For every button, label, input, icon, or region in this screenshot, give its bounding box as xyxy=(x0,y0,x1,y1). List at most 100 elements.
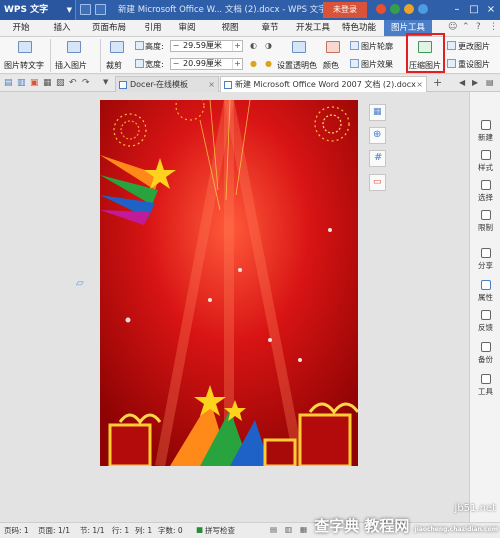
menu-tab-features[interactable]: 特色功能 xyxy=(338,20,380,36)
pdf-icon[interactable]: ▣ xyxy=(30,78,39,88)
help-question-icon[interactable]: ? xyxy=(476,22,481,32)
app-name: WPS 文字 xyxy=(4,5,49,15)
panel-styles-button[interactable]: 样式 xyxy=(470,150,500,173)
watermark-text: 查字典 教程网 xyxy=(314,517,410,535)
insert-picture-button[interactable]: 插入图片 xyxy=(55,60,87,71)
menu-tab-developer[interactable]: 开发工具 xyxy=(292,20,334,36)
open-icon[interactable]: ▥ xyxy=(17,78,26,88)
close-icon[interactable]: × xyxy=(416,77,423,92)
plus-icon[interactable]: + xyxy=(232,59,242,69)
close-icon[interactable]: × xyxy=(208,77,215,92)
picture-outline-button[interactable]: 图片轮廓 xyxy=(361,41,393,52)
menu-tab-review[interactable]: 审阅 xyxy=(172,20,202,36)
preview-icon[interactable]: ▧ xyxy=(56,78,65,88)
status-spell-check[interactable]: 拼写检查 xyxy=(205,525,235,536)
color-button[interactable]: 颜色 xyxy=(323,60,339,71)
panel-new-button[interactable]: 新建 xyxy=(470,120,500,143)
menu-tab-page-layout[interactable]: 页面布局 xyxy=(84,20,134,36)
tab-docer-templates[interactable]: Docer-在线模板 × xyxy=(115,76,219,92)
zoom-button[interactable]: ⊕ xyxy=(369,127,386,144)
maximize-icon[interactable]: □ xyxy=(467,3,481,17)
wps-app-menu-button[interactable]: WPS 文字 ▼ xyxy=(0,0,76,20)
user-icon[interactable]: ☺ xyxy=(448,22,457,32)
panel-label: 工具 xyxy=(478,387,493,396)
width-stepper[interactable]: − 20.99厘米 + xyxy=(170,58,243,70)
web-mode-icon[interactable]: ▦ xyxy=(300,525,307,534)
crop-button[interactable]: 裁剪 xyxy=(106,60,122,71)
login-button[interactable]: 未登录 xyxy=(323,2,367,18)
picture-effect-button[interactable]: 图片效果 xyxy=(361,59,393,70)
star-icon[interactable] xyxy=(404,4,414,14)
tools-icon xyxy=(480,374,491,384)
menu-tab-view[interactable]: 视图 xyxy=(215,20,245,36)
status-word-count[interactable]: 字数: 0 xyxy=(158,525,183,536)
minus-icon[interactable]: − xyxy=(171,41,181,51)
print-icon[interactable]: ▦ xyxy=(43,78,52,88)
height-value[interactable]: 29.59厘米 xyxy=(183,41,222,51)
tab-menu-icon[interactable]: ▤ xyxy=(486,78,494,87)
document-page[interactable] xyxy=(100,100,358,466)
lock-ratio-icon[interactable]: ◐ xyxy=(250,41,257,50)
picture-to-text-button[interactable]: 图片转文字 xyxy=(4,60,44,71)
crop-tool-button[interactable]: # xyxy=(369,150,386,167)
tab-list-dropdown-icon[interactable]: ▼ xyxy=(103,78,108,86)
ribbon-collapse-icon[interactable]: ⌃ xyxy=(462,22,470,32)
save-icon[interactable] xyxy=(80,4,91,15)
status-section[interactable]: 节: 1/1 xyxy=(80,525,104,536)
more-icon[interactable]: ⋮ xyxy=(489,22,498,32)
panel-select-button[interactable]: 选择 xyxy=(470,180,500,203)
set-transparent-button[interactable]: 设置透明色 xyxy=(277,60,317,71)
view-mode-icon[interactable]: ▤ xyxy=(270,525,277,534)
panel-share-button[interactable]: 分享 xyxy=(470,248,500,271)
status-row[interactable]: 行: 1 xyxy=(112,525,129,536)
menu-tab-references[interactable]: 引用 xyxy=(138,20,168,36)
new-tab-button[interactable]: + xyxy=(433,76,442,89)
undo-icon[interactable] xyxy=(95,4,106,15)
undo-arrow-icon[interactable]: ↶ xyxy=(69,78,77,88)
read-mode-icon[interactable]: ▥ xyxy=(285,525,292,534)
tab-current-document[interactable]: 新建 Microsoft Office Word 2007 文档 (2).doc… xyxy=(220,76,427,92)
height-stepper[interactable]: − 29.59厘米 + xyxy=(170,40,243,52)
help-icon[interactable] xyxy=(418,4,428,14)
paragraph-marker-icon[interactable]: ▱ xyxy=(76,278,84,289)
change-picture-icon xyxy=(447,41,456,50)
menu-tab-insert[interactable]: 插入 xyxy=(44,20,80,36)
tab-scroll-left-icon[interactable]: ◀ xyxy=(459,78,465,87)
new-icon xyxy=(480,120,491,130)
panel-restrict-button[interactable]: 限制 xyxy=(470,210,500,233)
reset-size-icon[interactable]: ● xyxy=(250,59,257,68)
color-icon xyxy=(326,41,340,53)
menu-tab-section[interactable]: 章节 xyxy=(255,20,285,36)
width-value[interactable]: 20.99厘米 xyxy=(183,59,222,69)
layout-option-button[interactable]: ▦ xyxy=(369,104,386,121)
change-picture-button[interactable]: 更改图片 xyxy=(458,41,490,52)
insert-picture-icon xyxy=(67,41,81,53)
status-page-number[interactable]: 页码: 1 xyxy=(4,525,29,536)
message-icon[interactable] xyxy=(390,4,400,14)
panel-tools-button[interactable]: 工具 xyxy=(470,374,500,397)
brightness-icon[interactable]: ◑ xyxy=(265,41,272,50)
frame-button[interactable]: ▭ xyxy=(369,174,386,191)
frame-icon: ▭ xyxy=(373,177,382,187)
panel-properties-button[interactable]: 属性 xyxy=(470,280,500,303)
title-bar: WPS 文字 ▼ 新建 Microsoft Office W... 文档 (2)… xyxy=(0,0,500,20)
redo-arrow-icon[interactable]: ↷ xyxy=(82,78,90,88)
status-pages[interactable]: 页面: 1/1 xyxy=(38,525,70,536)
document-canvas[interactable]: ▱ ▦ ⊕ # ▭ xyxy=(0,92,469,522)
minimize-icon[interactable]: – xyxy=(450,3,464,17)
feedback-icon xyxy=(480,310,491,320)
menu-tab-home[interactable]: 开始 xyxy=(2,20,40,36)
close-icon[interactable]: × xyxy=(484,3,498,17)
plus-icon[interactable]: + xyxy=(232,41,242,51)
panel-feedback-button[interactable]: 反馈 xyxy=(470,310,500,333)
panel-backup-button[interactable]: 备份 xyxy=(470,342,500,365)
new-doc-icon[interactable]: ▤ xyxy=(4,78,13,88)
contrast-icon[interactable]: ● xyxy=(265,59,272,68)
reset-picture-button[interactable]: 重设图片 xyxy=(458,59,490,70)
panel-label: 新建 xyxy=(478,133,493,142)
tab-scroll-right-icon[interactable]: ▶ xyxy=(472,78,478,87)
status-column[interactable]: 列: 1 xyxy=(135,525,152,536)
minus-icon[interactable]: − xyxy=(171,59,181,69)
poster-image[interactable] xyxy=(100,100,358,466)
skin-icon[interactable] xyxy=(376,4,386,14)
